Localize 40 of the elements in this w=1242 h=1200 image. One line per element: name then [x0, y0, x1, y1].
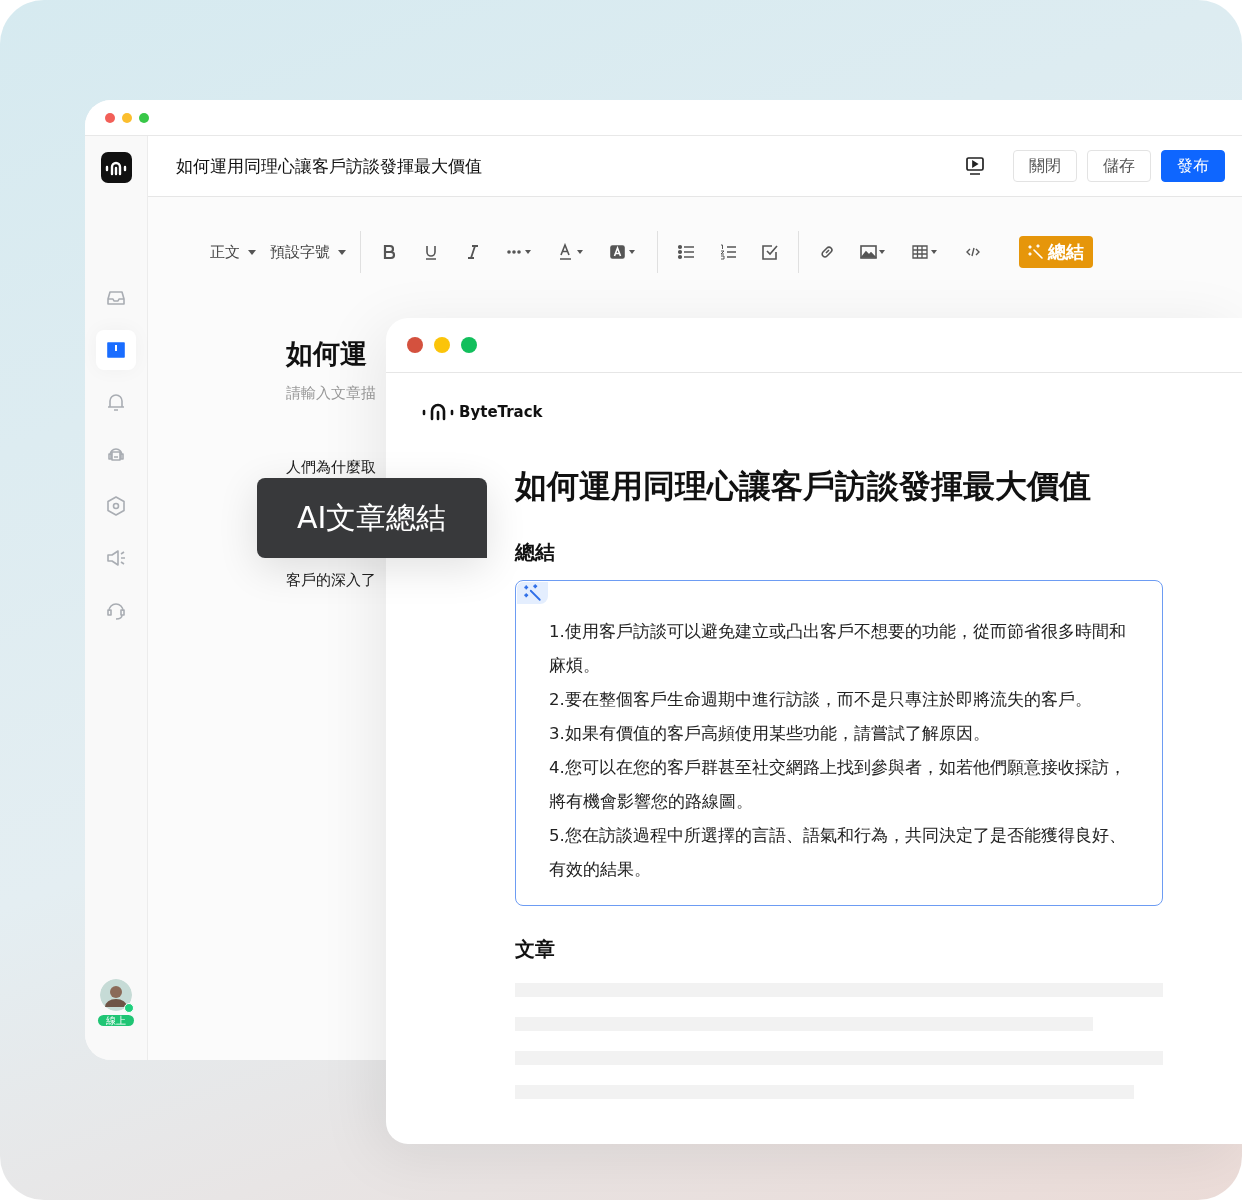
- logo-icon[interactable]: [100, 152, 132, 183]
- paragraph-text: 客戶的深入了: [286, 571, 377, 590]
- hexagon-icon: [105, 495, 127, 517]
- magic-wand-icon: [1028, 244, 1044, 260]
- summary-point: 2.要在整個客戶生命週期中進行訪談，而不是只專注於即將流失的客戶。: [549, 689, 1093, 711]
- minimize-dot[interactable]: [122, 112, 132, 123]
- logo-icon: [422, 403, 454, 421]
- magic-wand-icon: [517, 582, 548, 604]
- format-dropdown[interactable]: 正文: [210, 242, 256, 262]
- caret-icon: [248, 249, 256, 255]
- close-dot[interactable]: [105, 112, 115, 123]
- brand-name: ByteTrack: [459, 403, 543, 421]
- speaker-icon: [105, 547, 127, 569]
- summary-point: 1.使用客戶訪談可以避免建立或凸出客戶不想要的功能，從而節省很多時間和麻煩。: [549, 621, 1127, 677]
- sidebar-item[interactable]: [96, 330, 136, 370]
- minimize-dot[interactable]: [434, 337, 450, 353]
- summary-point: 5.您在訪談過程中所選擇的言語、語氣和行為，共同決定了是否能獲得良好、有效的結果。: [549, 825, 1127, 881]
- document-heading: 如何運: [286, 337, 368, 371]
- avatar[interactable]: [100, 979, 132, 1011]
- status-badge: 線上: [98, 1015, 134, 1026]
- summary-point: 3.如果有價值的客戶高頻使用某些功能，請嘗試了解原因。: [549, 723, 991, 745]
- caret-icon: [338, 249, 346, 255]
- maximize-dot[interactable]: [139, 112, 149, 123]
- format-dropdown[interactable]: 預設字號: [270, 242, 346, 262]
- preview-icon[interactable]: [965, 156, 985, 176]
- close-dot[interactable]: [407, 337, 423, 353]
- summary-point: 4.您可以在您的客戶群甚至社交網路上找到參與者，如若他們願意接收採訪，將有機會影響您的路線圖。: [549, 757, 1127, 813]
- description-field[interactable]: 請輸入文章描: [286, 384, 386, 402]
- maximize-dot[interactable]: [461, 337, 477, 353]
- header-button[interactable]: 關閉: [1013, 150, 1077, 182]
- tooltip: AI文章總結: [257, 478, 487, 558]
- publish-button[interactable]: 發布: [1161, 150, 1225, 182]
- section-heading: 文章: [515, 936, 556, 963]
- bell-icon: [105, 391, 127, 413]
- header-button[interactable]: 儲存: [1087, 150, 1151, 182]
- document-title: 如何運用同理心讓客戶訪談發揮最大價值: [176, 154, 483, 178]
- book-icon: [105, 339, 127, 361]
- paragraph-text: 人們為什麼取: [286, 458, 377, 477]
- section-heading: 總結: [515, 539, 556, 566]
- article-title: 如何運用同理心讓客戶訪談發揮最大價值: [515, 466, 1092, 507]
